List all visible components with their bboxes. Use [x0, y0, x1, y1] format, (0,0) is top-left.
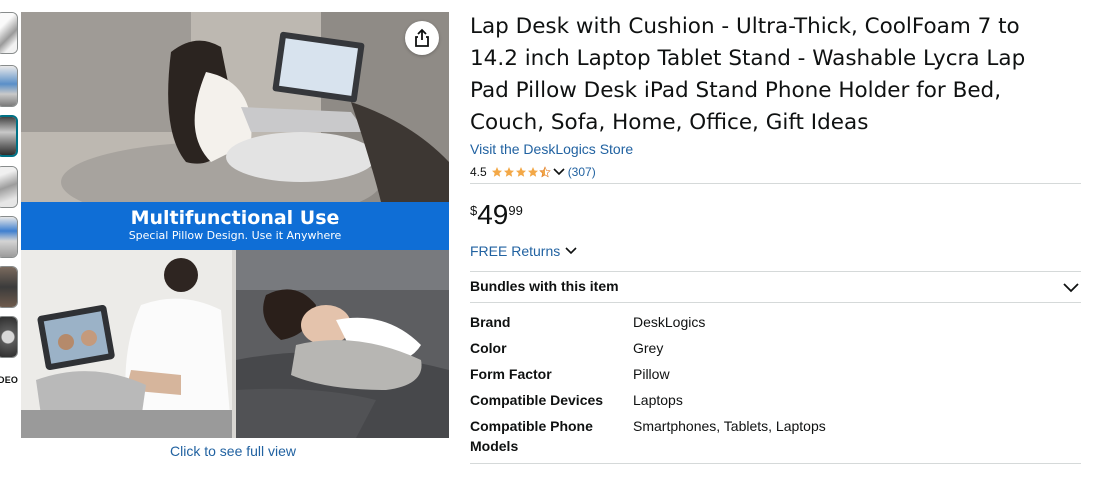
spec-value: Smartphones, Tablets, Laptops	[633, 418, 826, 434]
price-symbol: $	[470, 203, 478, 218]
chevron-down-icon[interactable]	[553, 167, 565, 177]
star-rating[interactable]	[491, 166, 551, 178]
rating-value: 4.5	[470, 165, 487, 179]
divider	[470, 271, 1081, 272]
divider	[470, 463, 1081, 464]
product-title: Lap Desk with Cushion - Ultra-Thick, Coo…	[470, 14, 1026, 135]
spec-key: Compatible Phone Models	[470, 416, 610, 456]
thumbnail-video[interactable]	[0, 316, 18, 358]
star-icon	[515, 167, 526, 177]
star-icon	[503, 167, 514, 177]
star-icon	[527, 167, 538, 177]
spec-key: Brand	[470, 314, 511, 330]
image-panel-video-call	[21, 250, 232, 438]
spec-value: DeskLogics	[633, 314, 706, 330]
thumbnail-4[interactable]	[0, 166, 18, 208]
chevron-down-icon[interactable]	[1062, 281, 1080, 293]
price: $ 49 99	[470, 200, 523, 230]
thumbnail-5[interactable]	[0, 216, 18, 258]
image-panel-lifestyle	[21, 12, 449, 222]
ratings-count-link[interactable]: (307)	[568, 165, 596, 179]
spec-key-line: Compatible Phone	[470, 418, 593, 434]
spec-value: Grey	[633, 340, 664, 356]
share-icon	[415, 28, 429, 47]
spec-key: Color	[470, 340, 507, 356]
thumbnail-6[interactable]	[0, 266, 18, 308]
half-star-icon	[538, 166, 551, 178]
spec-key-line: Models	[470, 438, 519, 454]
banner-subtitle: Special Pillow Design. Use it Anywhere	[128, 229, 342, 242]
divider	[470, 183, 1081, 184]
price-fraction: 99	[508, 203, 523, 218]
banner-title: Multifunctional Use	[130, 207, 340, 229]
divider	[470, 302, 1081, 303]
free-returns-link[interactable]: FREE Returns	[470, 243, 577, 259]
spec-value: Pillow	[633, 366, 670, 382]
free-returns-label: FREE Returns	[470, 243, 561, 259]
spec-value: Laptops	[633, 392, 683, 408]
thumbnail-1[interactable]	[0, 12, 18, 54]
main-product-image[interactable]: Multifunctional Use Special Pillow Desig…	[21, 12, 449, 438]
spec-key: Form Factor	[470, 366, 552, 382]
star-icon	[491, 167, 502, 177]
bundles-toggle[interactable]: Bundles with this item	[470, 278, 619, 294]
thumbnail-3-selected[interactable]	[0, 115, 18, 157]
price-whole: 49	[477, 199, 509, 230]
full-view-link[interactable]: Click to see full view	[170, 443, 296, 459]
thumbnail-2[interactable]	[0, 65, 18, 107]
store-link[interactable]: Visit the DeskLogics Store	[470, 141, 633, 157]
share-button[interactable]	[405, 21, 439, 55]
video-label: DEO	[0, 375, 19, 385]
rating-row: 4.5 (307)	[470, 164, 596, 180]
feature-banner: Multifunctional Use Special Pillow Desig…	[21, 202, 449, 250]
chevron-down-icon	[565, 247, 577, 255]
image-panel-sleeping	[236, 250, 449, 438]
spec-key: Compatible Devices	[470, 392, 604, 408]
